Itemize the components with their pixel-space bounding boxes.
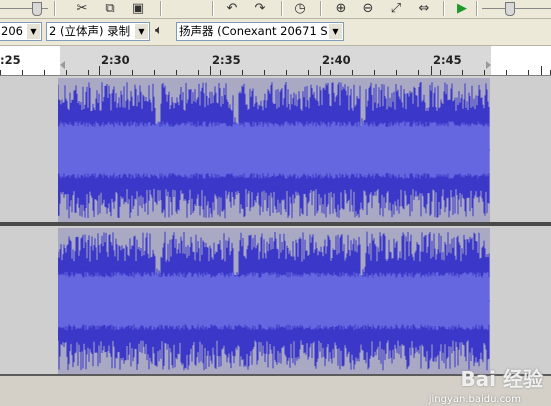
ruler-label: 2:30 <box>101 53 130 67</box>
audio-track-right[interactable] <box>0 226 551 374</box>
paste-icon[interactable]: ▣ <box>127 0 149 17</box>
ruler-major-tick <box>541 66 542 75</box>
volume-slider-icon[interactable] <box>505 2 515 16</box>
status-area: Bai 经验 jingyan.baidu.com <box>0 367 551 406</box>
ruler-major-tick <box>431 66 432 75</box>
output-device-value: 扬声器 (Conexant 20671 S <box>179 24 328 38</box>
ruler-tick <box>132 70 133 75</box>
ruler-tick <box>154 70 155 75</box>
waveform <box>57 82 490 219</box>
edit-toolbar: ✂ ⧉ ▣ ↶ ↷ ◷ ⊕ ⊖ ⤢ ⇔ ▶ <box>0 0 551 19</box>
ruler-tick <box>352 70 353 75</box>
selected-region[interactable] <box>57 228 490 374</box>
device-toolbar: 206 ▼ 2 (立体声) 录制 ▼ 🔈︎ 扬声器 (Conexant 2067… <box>0 19 551 46</box>
zoom-in-icon[interactable]: ⊕ <box>330 0 352 17</box>
input-device-select[interactable]: 206 ▼ <box>0 22 42 41</box>
playback-volume-track[interactable] <box>482 8 551 9</box>
zoom-out-icon[interactable]: ⊖ <box>357 0 379 17</box>
ruler-tick <box>66 70 67 75</box>
ruler-tick <box>242 70 243 75</box>
chevron-down-icon: ▼ <box>135 24 148 39</box>
watermark-url: jingyan.baidu.com <box>428 394 521 405</box>
ruler-tick <box>330 70 331 75</box>
ruler-major-tick <box>210 66 211 75</box>
watermark-logo: Bai 经验 <box>460 367 543 391</box>
audio-track-left[interactable] <box>0 76 551 222</box>
ruler-tick <box>462 70 463 75</box>
ruler-tick <box>110 70 111 75</box>
ruler-tick <box>22 70 23 75</box>
selection-start-marker[interactable] <box>60 61 65 69</box>
redo-icon[interactable]: ↷ <box>249 0 271 17</box>
ruler-tick <box>264 70 265 75</box>
ruler-label: 2:45 <box>433 53 462 67</box>
fit-selection-icon[interactable]: ⤢ <box>385 0 407 17</box>
selection-end-marker[interactable] <box>486 61 491 69</box>
speaker-icon: 🔈︎ <box>155 23 163 38</box>
cut-icon[interactable]: ✂ <box>71 0 93 17</box>
ruler-major-tick <box>320 66 321 75</box>
input-device-value: 206 <box>1 24 23 38</box>
ruler-tick <box>484 70 485 75</box>
ruler-tick <box>198 70 199 75</box>
ruler-major-tick <box>99 66 100 75</box>
chevron-down-icon: ▼ <box>27 24 40 39</box>
ruler-label: :25 <box>0 53 21 67</box>
ruler-tick <box>286 70 287 75</box>
channels-select[interactable]: 2 (立体声) 录制 ▼ <box>46 22 150 41</box>
ruler-tick <box>44 70 45 75</box>
ruler-tick <box>0 70 1 75</box>
timeline-ruler[interactable]: :25 2:30 2:35 2:40 2:45 <box>0 46 551 76</box>
channels-value: 2 (立体声) 录制 <box>49 24 131 38</box>
undo-icon[interactable]: ↶ <box>221 0 243 17</box>
ruler-tick <box>374 70 375 75</box>
ruler-tick <box>440 70 441 75</box>
slider-thumb-icon[interactable] <box>32 2 42 16</box>
ruler-tick <box>418 70 419 75</box>
ruler-tick <box>396 70 397 75</box>
ruler-tick <box>220 70 221 75</box>
ruler-tick <box>88 70 89 75</box>
selected-region[interactable] <box>57 78 490 222</box>
fit-project-icon[interactable]: ⇔ <box>413 0 435 17</box>
ruler-tick <box>176 70 177 75</box>
waveform <box>57 231 490 371</box>
ruler-tick <box>308 70 309 75</box>
ruler-tick <box>528 70 529 75</box>
timer-icon[interactable]: ◷ <box>289 0 311 17</box>
copy-icon[interactable]: ⧉ <box>99 0 121 17</box>
output-device-select[interactable]: 扬声器 (Conexant 20671 S ▼ <box>176 22 344 41</box>
ruler-tick <box>506 70 507 75</box>
play-icon[interactable]: ▶ <box>451 0 473 17</box>
ruler-label: 2:40 <box>322 53 351 67</box>
chevron-down-icon: ▼ <box>329 24 342 39</box>
ruler-label: 2:35 <box>212 53 241 67</box>
